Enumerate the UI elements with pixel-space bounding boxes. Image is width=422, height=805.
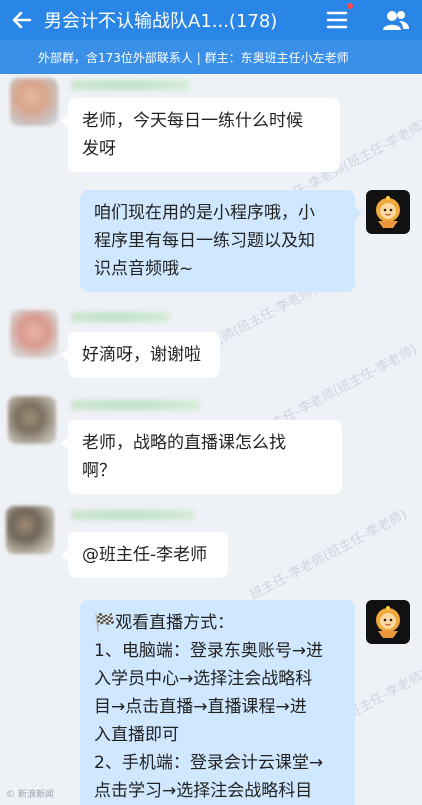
message-line: 识点音频哦~ [94,259,194,279]
sender-name [70,400,200,410]
message-bubble[interactable]: 咱们现在用的是小程序哦，小 程序里有每日一练习题以及知 识点音频哦~ [80,190,362,292]
members-button[interactable] [378,4,414,36]
menu-button[interactable] [322,4,352,36]
message-line: 入直播即可 [94,725,179,745]
menu-icon [326,11,348,29]
message-bubble[interactable]: 老师，今天每日一练什么时候 发呀 [61,98,340,172]
chat-area[interactable]: 班主任-李老师(班主任-李老师) 班主任-李老师(班主任-李老师) 班主任-李老… [0,74,422,805]
message-line: 入学员中心→选择注会战略科 [94,669,313,689]
source-watermark: © 新浪新闻 [6,790,54,800]
message-line: 程序里有每日一练习题以及知 [94,231,315,251]
message-line: 啊？ [82,461,116,481]
sender-name [70,510,195,520]
title-bar: 男会计不认输战队A1...(178) [0,0,422,40]
arrow-left-icon [12,11,32,29]
avatar[interactable] [10,78,58,126]
back-button[interactable] [0,0,44,40]
avatar[interactable] [8,396,56,444]
message-bubble[interactable]: 老师，战略的直播课怎么找 啊？ [61,420,342,494]
sender-name [70,312,170,322]
avatar[interactable] [10,310,58,358]
message-line: 老师，今天每日一练什么时候 [82,111,303,131]
notification-dot [347,3,353,9]
cartoon-lion-icon [376,196,400,228]
watermark: 班主任-李老师(班主任-李老师) [247,507,410,604]
message-line: 点击学习→选择注会战略科目 [94,781,313,801]
message-line: 2、手机端：登录会计云课堂→ [94,753,324,773]
avatar[interactable] [6,506,54,554]
message-line: 1、电脑端：登录东奥账号→进 [94,641,324,661]
avatar[interactable] [366,600,410,644]
avatar[interactable] [366,190,410,234]
sender-name [70,80,190,90]
message-line: 咱们现在用的是小程序哦，小 [94,203,315,223]
cartoon-lion-icon [376,606,400,638]
message-line: 发呀 [82,139,116,159]
message-line: 目→点击直播→直播课程→进 [94,697,307,717]
message-bubble[interactable]: @班主任-李老师 [61,532,228,578]
people-icon [383,11,409,30]
chat-title: 男会计不认输战队A1...(178) [44,11,278,32]
message-line: @班主任-李老师 [82,545,208,565]
group-info-bar[interactable]: 外部群，含173位外部联系人 | 群主：东奥班主任小左老师 [0,40,422,74]
message-bubble[interactable]: 好滴呀，谢谢啦 [61,332,220,378]
message-line: 🏁观看直播方式： [94,613,235,633]
message-line: 好滴呀，谢谢啦 [82,345,201,365]
message-bubble[interactable]: 🏁观看直播方式： 1、电脑端：登录东奥账号→进 入学员中心→选择注会战略科 目→… [80,600,355,805]
message-line: 老师，战略的直播课怎么找 [82,433,286,453]
